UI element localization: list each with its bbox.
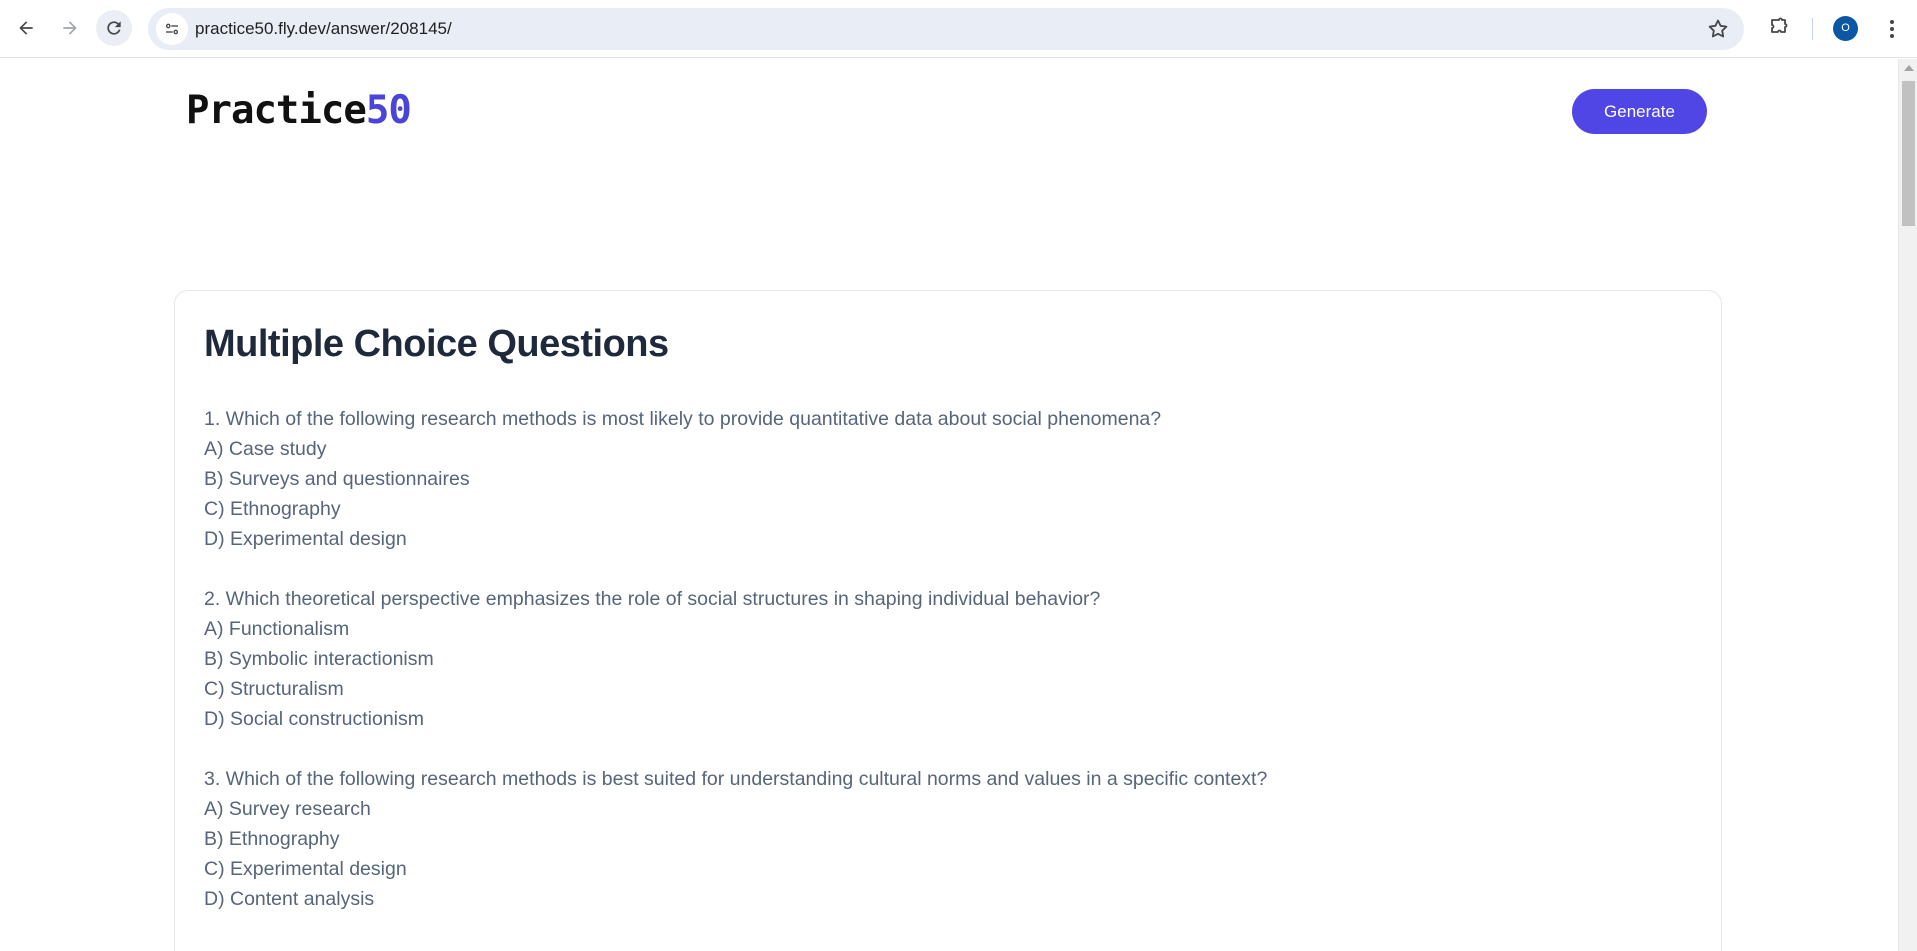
question-text: 1. Which of the following research metho…: [204, 408, 1162, 430]
answer-option: B) Ethnography: [204, 828, 340, 850]
question-list: 1. Which of the following research metho…: [204, 404, 1684, 944]
answer-option: C) Ethnography: [204, 498, 341, 520]
answer-option: C) Structuralism: [204, 678, 344, 700]
bookmark-star-icon[interactable]: [1706, 17, 1730, 41]
toolbar-divider: [1812, 18, 1813, 40]
question-item: 1. Which of the following research metho…: [204, 404, 1684, 554]
answer-option: B) Symbolic interactionism: [204, 648, 434, 670]
answer-option: D) Experimental design: [204, 528, 407, 550]
answer-option: A) Functionalism: [204, 618, 350, 640]
generate-button[interactable]: Generate: [1572, 89, 1707, 134]
url-text[interactable]: practice50.fly.dev/answer/208145/: [195, 8, 452, 50]
answer-option: C) Experimental design: [204, 858, 407, 880]
answer-option: A) Case study: [204, 438, 327, 460]
reload-button[interactable]: [96, 10, 132, 46]
answer-option: D) Social constructionism: [204, 708, 424, 730]
question-text: 3. Which of the following research metho…: [204, 768, 1268, 790]
page-title: Multiple Choice Questions: [204, 323, 669, 365]
forward-button[interactable]: [52, 10, 88, 46]
reload-icon: [107, 21, 121, 35]
extensions-icon: [1771, 17, 1788, 33]
forward-icon: [63, 21, 77, 35]
browser-menu-button[interactable]: [1880, 14, 1904, 44]
logo-text: Practice: [186, 88, 367, 133]
browser-toolbar: practice50.fly.dev/answer/208145/ O: [0, 0, 1917, 58]
site-info-button[interactable]: [156, 13, 188, 45]
profile-avatar[interactable]: O: [1833, 16, 1858, 41]
page-viewport: Practice50 Generate Multiple Choice Ques…: [0, 59, 1898, 951]
back-icon: [19, 21, 33, 35]
question-text: 2. Which theoretical perspective emphasi…: [204, 588, 1101, 610]
kebab-menu-icon: [1890, 20, 1894, 38]
site-logo[interactable]: Practice50: [186, 88, 412, 133]
extensions-button[interactable]: [1763, 12, 1795, 44]
page-scrollbar[interactable]: [1898, 59, 1917, 951]
back-button[interactable]: [8, 10, 44, 46]
answer-option: B) Surveys and questionnaires: [204, 468, 470, 490]
answer-option: D) Content analysis: [204, 888, 375, 910]
site-info-icon: [165, 23, 179, 35]
logo-accent: 50: [365, 88, 412, 133]
question-item: 2. Which theoretical perspective emphasi…: [204, 584, 1684, 734]
scroll-up-arrow-icon[interactable]: [1904, 65, 1914, 71]
scrollbar-thumb[interactable]: [1902, 81, 1915, 226]
question-item: 3. Which of the following research metho…: [204, 764, 1684, 914]
address-bar[interactable]: practice50.fly.dev/answer/208145/: [148, 8, 1744, 50]
questions-card: Multiple Choice Questions 1. Which of th…: [174, 290, 1722, 951]
answer-option: A) Survey research: [204, 798, 371, 820]
